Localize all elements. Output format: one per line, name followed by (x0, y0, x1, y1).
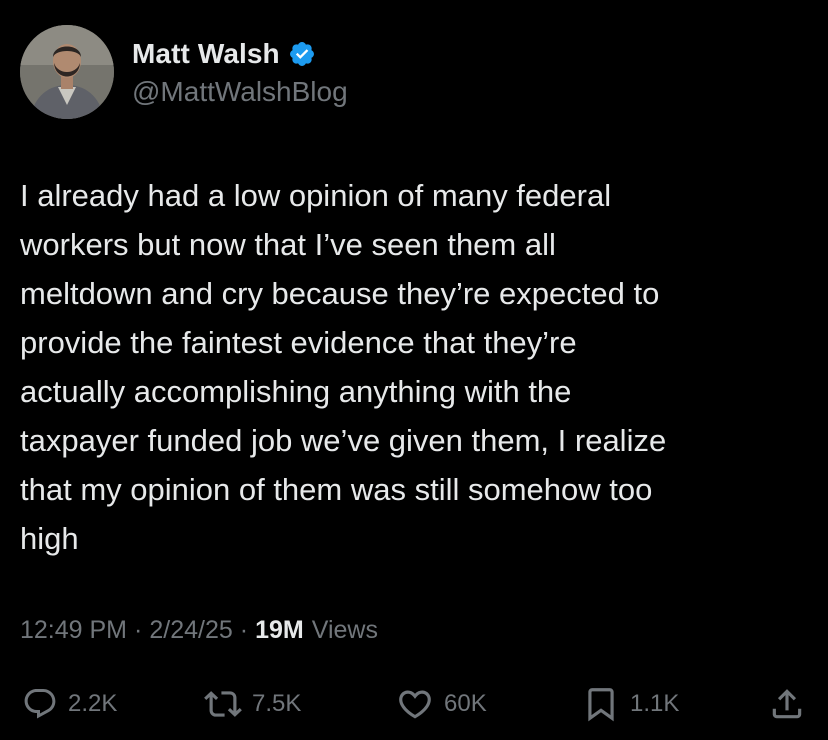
author-handle[interactable]: @MattWalshBlog (132, 76, 348, 108)
avatar-photo (20, 25, 114, 119)
tweet-time[interactable]: 12:49 PM (20, 616, 127, 645)
reply-count: 2.2K (68, 690, 118, 717)
tweet-text: I already had a low opinion of many fede… (20, 178, 667, 556)
verified-badge-icon[interactable] (288, 40, 316, 68)
display-name[interactable]: Matt Walsh (132, 38, 280, 70)
action-bar: 2.2K 7.5K 60K 1.1K (0, 680, 828, 728)
tweet-header: Matt Walsh @MattWalshBlog (20, 25, 348, 119)
like-count: 60K (444, 690, 487, 717)
meta-separator: · (239, 616, 249, 644)
bookmark-icon (588, 688, 614, 722)
repost-icon (204, 691, 242, 717)
author-names: Matt Walsh @MattWalshBlog (132, 36, 348, 108)
tweet-meta: 12:49 PM · 2/24/25 · 19M Views (20, 616, 378, 645)
bookmark-count: 1.1K (630, 690, 680, 717)
like-button[interactable]: 60K (396, 680, 487, 728)
views-count[interactable]: 19M (255, 616, 304, 645)
reply-button[interactable]: 2.2K (22, 680, 117, 728)
views-label[interactable]: Views (312, 616, 378, 645)
avatar[interactable] (20, 25, 114, 119)
meta-separator: · (134, 616, 143, 644)
display-name-row: Matt Walsh (132, 36, 348, 72)
tweet-date[interactable]: 2/24/25 (149, 616, 232, 645)
reply-icon (24, 689, 56, 719)
heart-icon (399, 690, 431, 719)
bookmark-button[interactable]: 1.1K (582, 680, 679, 728)
share-icon (772, 689, 802, 719)
repost-count: 7.5K (252, 690, 302, 717)
share-button[interactable] (768, 680, 806, 728)
repost-button[interactable]: 7.5K (204, 680, 301, 728)
